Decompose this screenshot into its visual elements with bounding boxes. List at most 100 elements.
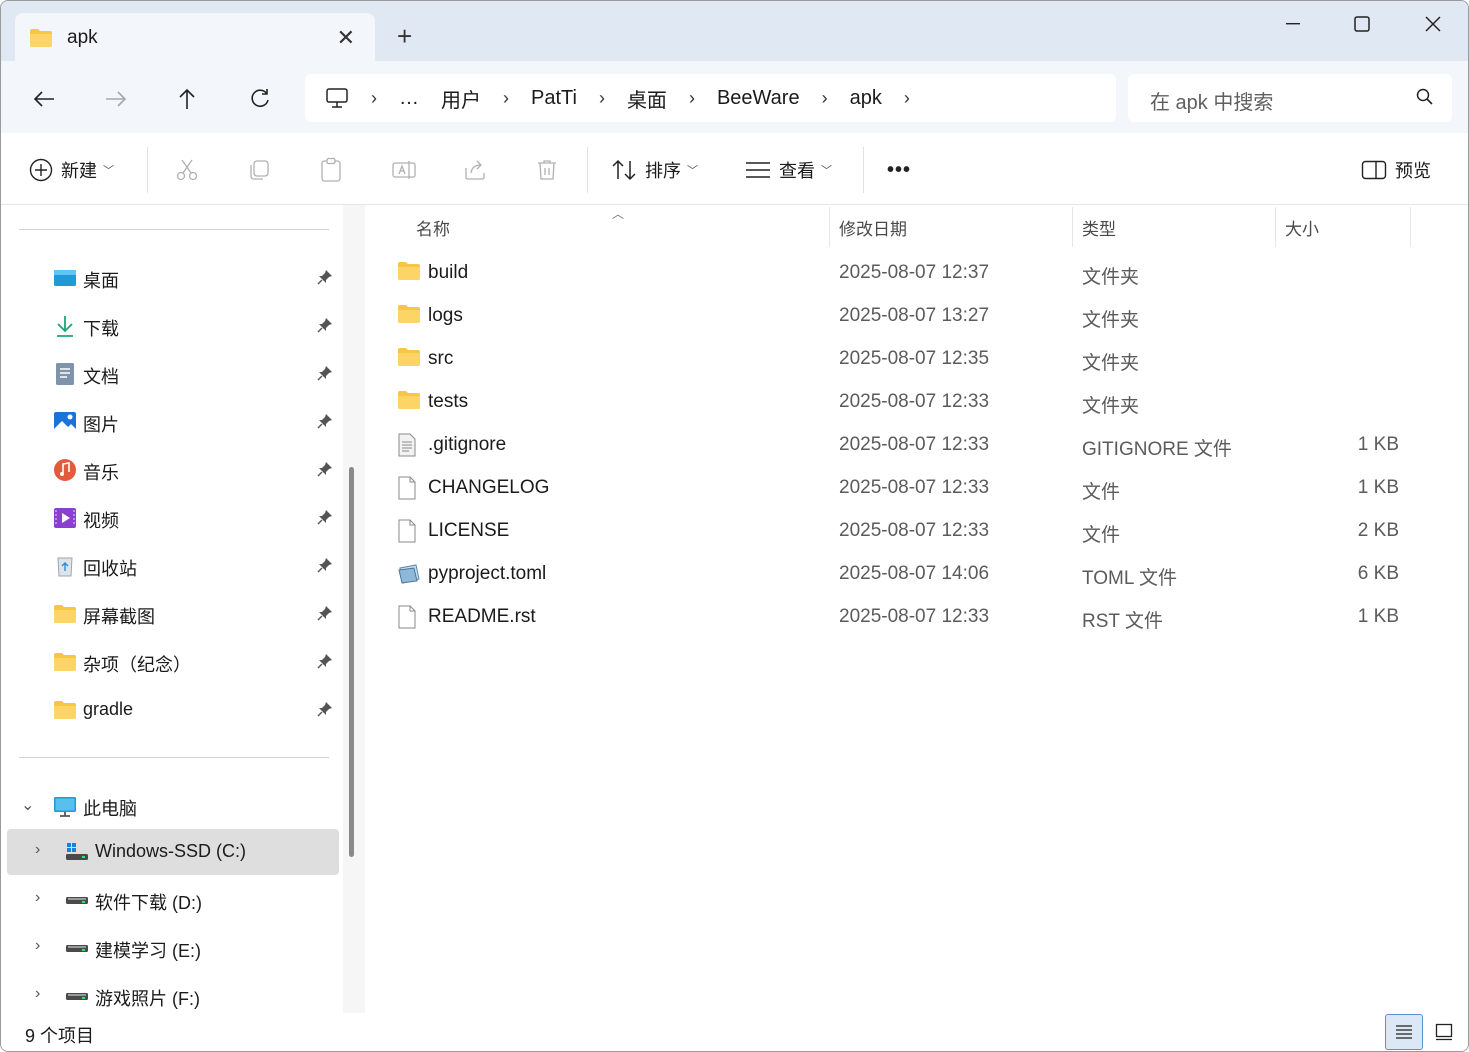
table-row[interactable]: README.rst 2025-08-07 12:33 RST 文件 1 KB [387,595,1447,638]
chevron-right-icon[interactable]: › [35,985,40,1003]
table-row[interactable]: .gitignore 2025-08-07 12:33 GITIGNORE 文件 1 … [387,423,1447,466]
tab-close-icon[interactable]: ✕ [337,25,355,51]
table-row[interactable]: src 2025-08-07 12:35 文件夹 [387,337,1447,380]
breadcrumb-apk[interactable]: apk [850,87,882,110]
close-icon [1425,16,1441,32]
sidebar-item-screenshots[interactable]: 屏幕截图 [1,591,339,637]
pin-icon[interactable] [317,701,333,717]
sidebar-item-pictures[interactable]: 图片 [1,399,339,445]
chevron-right-icon[interactable]: › [599,88,605,109]
sidebar-scroll-thumb[interactable] [349,467,354,857]
sidebar-item-drive-e[interactable]: › 建模学习 (E:) [1,925,339,971]
view-button[interactable]: 查看 ﹀ [745,155,832,185]
table-row[interactable]: build 2025-08-07 12:37 文件夹 [387,251,1447,294]
pin-icon[interactable] [317,365,333,381]
breadcrumb-desktop[interactable]: 桌面 [627,84,667,113]
rename-icon [392,161,416,179]
breadcrumb-beeware[interactable]: BeeWare [717,87,800,110]
cut-button[interactable] [175,155,199,185]
file-size: 1 KB [1357,434,1399,455]
pin-icon[interactable] [317,461,333,477]
sidebar-item-desktop[interactable]: 桌面 [1,255,339,301]
column-header-date[interactable]: 修改日期 [839,215,907,240]
column-header-size[interactable]: 大小 [1285,215,1319,240]
chevron-right-icon[interactable]: › [503,88,509,109]
sidebar-item-music[interactable]: 音乐 [1,447,339,493]
sidebar-item-videos[interactable]: 视频 [1,495,339,541]
chevron-right-icon[interactable]: › [35,841,40,859]
sidebar-item-this-pc[interactable]: ⌄ 此电脑 [1,783,339,829]
more-options-button[interactable]: ••• [887,155,911,185]
back-button[interactable] [24,79,64,119]
column-header-name[interactable]: 名称 [416,215,450,240]
chevron-right-icon[interactable]: › [689,88,695,109]
column-divider[interactable] [829,207,830,247]
chevron-right-icon[interactable]: › [35,889,40,907]
refresh-button[interactable] [240,79,280,119]
breadcrumb-overflow[interactable]: … [399,87,419,110]
copy-button[interactable] [247,155,271,185]
table-row[interactable]: LICENSE 2025-08-07 12:33 文件 2 KB [387,509,1447,552]
table-row[interactable]: tests 2025-08-07 12:33 文件夹 [387,380,1447,423]
preview-pane-button[interactable]: 预览 [1361,155,1431,185]
rename-button[interactable] [391,155,417,185]
tab-apk[interactable]: apk ✕ [15,13,375,63]
sidebar-item-recycle-bin[interactable]: 回收站 [1,543,339,589]
close-window-button[interactable] [1403,9,1463,39]
sidebar-scrollbar[interactable] [343,205,365,1013]
pin-icon[interactable] [317,605,333,621]
sort-ascending-icon: ︿ [612,207,625,221]
pin-icon[interactable] [317,509,333,525]
paste-button[interactable] [319,155,343,185]
sidebar-item-misc[interactable]: 杂项（纪念） [1,639,339,685]
share-button[interactable] [463,155,487,185]
search-input[interactable]: 在 apk 中搜索 [1150,86,1273,115]
column-divider[interactable] [1410,207,1411,247]
preview-pane-icon [1361,160,1387,180]
table-row[interactable]: pyproject.toml 2025-08-07 14:06 TOML 文件 6 K… [387,552,1447,595]
new-button[interactable]: 新建 ﹀ [29,155,114,185]
command-bar: 新建 ﹀ 排序 ﹀ 查看 ﹀ ••• 预览 [1,133,1468,205]
address-bar[interactable]: › … 用户 › PatTi › 桌面 › BeeWare › apk › [305,74,1116,122]
desktop-icon [54,270,76,286]
large-icons-view-button[interactable] [1425,1014,1463,1050]
copy-icon [250,160,269,180]
sidebar-item-documents[interactable]: 文档 [1,351,339,397]
pin-icon[interactable] [317,269,333,285]
pin-icon[interactable] [317,317,333,333]
file-size: 1 KB [1357,477,1399,498]
sidebar-item-downloads[interactable]: 下载 [1,303,339,349]
file-icon [398,605,416,629]
scissors-icon [176,159,198,181]
drive-icon [66,993,88,1000]
breadcrumb-users[interactable]: 用户 [441,84,481,113]
search-box[interactable]: 在 apk 中搜索 [1128,74,1452,122]
chevron-down-icon[interactable]: ⌄ [21,795,34,815]
chevron-right-icon[interactable]: › [904,88,910,109]
new-tab-icon[interactable]: + [397,21,412,52]
sort-button[interactable]: 排序 ﹀ [611,155,698,185]
delete-button[interactable] [535,155,559,185]
up-button[interactable] [167,79,207,119]
chevron-right-icon[interactable]: › [35,937,40,955]
details-view-icon [1396,1025,1412,1039]
table-row[interactable]: CHANGELOG 2025-08-07 12:33 文件 1 KB [387,466,1447,509]
table-row[interactable]: logs 2025-08-07 13:27 文件夹 [387,294,1447,337]
column-divider[interactable] [1275,207,1276,247]
sidebar-item-drive-c[interactable]: › Windows-SSD (C:) [7,829,339,875]
arrow-right-icon [106,91,127,107]
file-date: 2025-08-07 12:33 [839,477,990,498]
pin-icon[interactable] [317,653,333,669]
column-header-type[interactable]: 类型 [1082,215,1116,240]
pin-icon[interactable] [317,413,333,429]
sidebar-item-gradle[interactable]: gradle [1,687,339,733]
sidebar-item-drive-d[interactable]: › 软件下载 (D:) [1,877,339,923]
details-view-button[interactable] [1385,1014,1423,1050]
column-divider[interactable] [1072,207,1073,247]
maximize-button[interactable] [1332,9,1392,39]
forward-button[interactable] [96,79,136,119]
breadcrumb-patti[interactable]: PatTi [531,87,577,110]
chevron-right-icon[interactable]: › [822,88,828,109]
minimize-button[interactable] [1263,9,1323,39]
pin-icon[interactable] [317,557,333,573]
